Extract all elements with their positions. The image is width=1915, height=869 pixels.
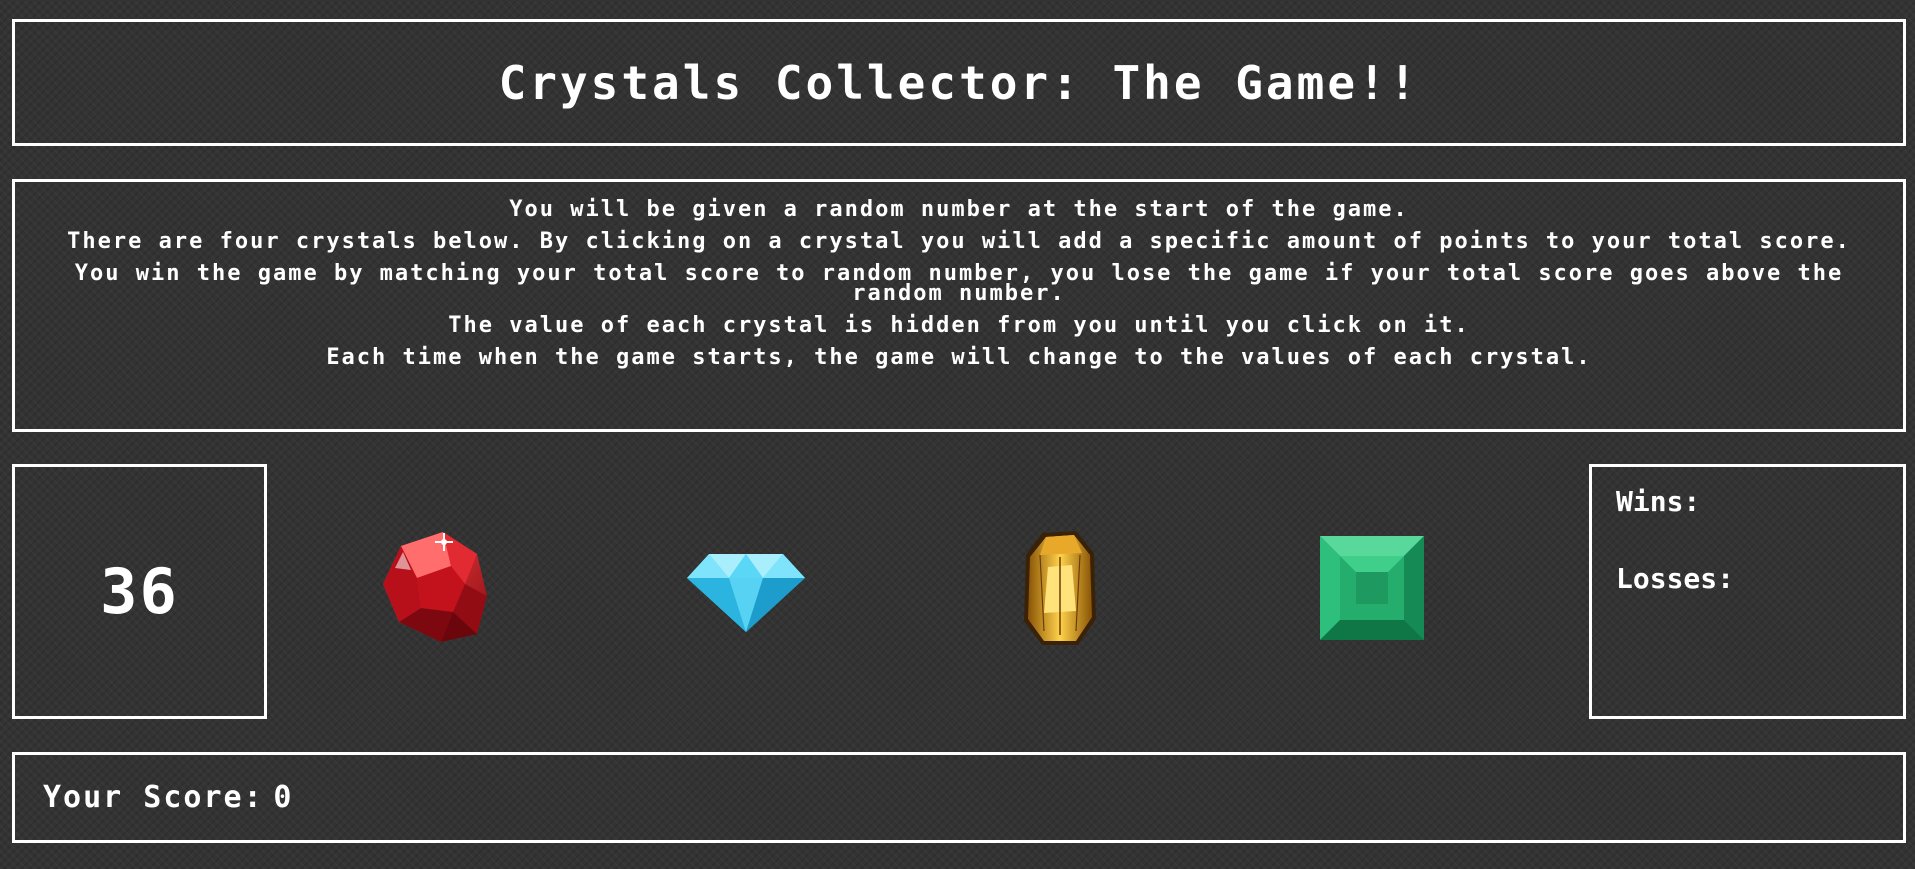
red-crystal-button[interactable]	[381, 526, 491, 644]
blue-diamond-icon	[687, 554, 805, 632]
wins-label: Wins:	[1616, 485, 1701, 518]
blue-crystal-button[interactable]	[685, 548, 807, 634]
instruction-line: Each time when the game starts, the game…	[326, 345, 1592, 370]
losses-label: Losses:	[1616, 562, 1735, 595]
red-ruby-icon	[383, 532, 487, 642]
yellow-topaz-icon	[1024, 531, 1096, 645]
page-title: Crystals Collector: The Game!!	[498, 55, 1420, 110]
score-panel: Your Score: 0	[12, 752, 1906, 843]
score-label: Your Score:	[43, 780, 264, 815]
instructions-panel: You will be given a random number at the…	[12, 179, 1906, 432]
instruction-line: You will be given a random number at the…	[509, 197, 1409, 222]
score-value: 0	[273, 780, 294, 815]
title-panel: Crystals Collector: The Game!!	[12, 19, 1906, 146]
green-emerald-icon	[1320, 536, 1424, 640]
instruction-line: There are four crystals below. By clicki…	[67, 229, 1851, 254]
instruction-line: You win the game by matching your total …	[74, 261, 1844, 306]
stats-panel: Wins: Losses:	[1589, 464, 1906, 719]
yellow-crystal-button[interactable]	[1020, 527, 1100, 649]
instruction-line: The value of each crystal is hidden from…	[448, 313, 1470, 338]
target-number-panel: 36	[12, 464, 267, 719]
target-number: 36	[100, 555, 179, 628]
green-crystal-button[interactable]	[1318, 534, 1426, 642]
